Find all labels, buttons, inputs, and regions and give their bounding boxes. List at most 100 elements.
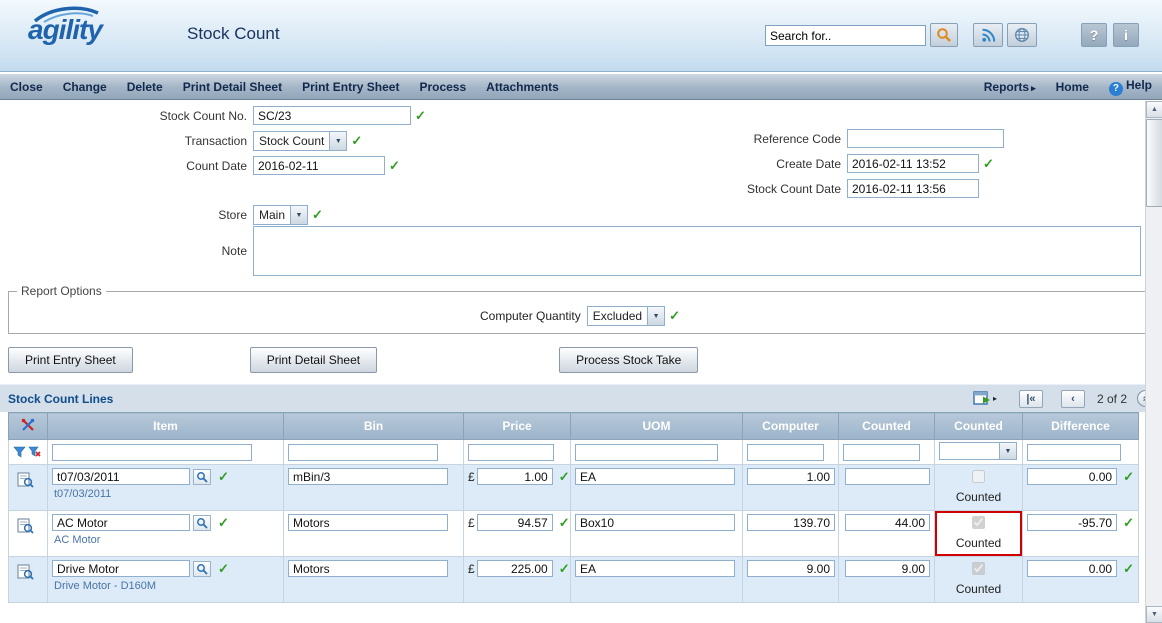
- preview-icon[interactable]: [17, 564, 34, 583]
- reference-code-label: Reference Code: [560, 132, 847, 146]
- filter-input-uom[interactable]: [575, 444, 718, 461]
- bin-input[interactable]: [288, 560, 448, 577]
- currency-symbol: £: [468, 562, 475, 576]
- column-header-bin[interactable]: Bin: [284, 413, 464, 440]
- magnifier-icon: [196, 471, 208, 483]
- valid-check-icon: ✓: [559, 469, 570, 485]
- column-header-counted[interactable]: Counted: [839, 413, 935, 440]
- toolbar-attachments[interactable]: Attachments: [476, 80, 569, 94]
- info-button[interactable]: i: [1113, 23, 1139, 47]
- filter-input-bin[interactable]: [288, 444, 438, 461]
- bin-cell: [284, 465, 464, 511]
- preview-icon[interactable]: [17, 518, 34, 537]
- uom-input[interactable]: [575, 514, 735, 531]
- counted-checkbox[interactable]: [972, 562, 985, 575]
- count-date-input[interactable]: [253, 156, 385, 175]
- toolbar-home[interactable]: Home: [1046, 80, 1099, 94]
- transaction-select[interactable]: Stock Count ▼: [253, 131, 347, 151]
- export-button[interactable]: ▸: [973, 391, 997, 406]
- process-stock-take-button[interactable]: Process Stock Take: [559, 347, 698, 373]
- column-header-difference[interactable]: Difference: [1023, 413, 1139, 440]
- filter-input-price[interactable]: [468, 444, 554, 461]
- row-preview-cell: [9, 465, 48, 511]
- toolbar-process[interactable]: Process: [409, 80, 476, 94]
- computer-qty-input[interactable]: [747, 514, 835, 531]
- bin-input[interactable]: [288, 468, 448, 485]
- first-page-button[interactable]: |«: [1019, 390, 1043, 408]
- scrollbar-thumb[interactable]: [1146, 119, 1162, 207]
- stock-count-lines-table: Item Bin Price UOM Computer Counted Coun…: [8, 412, 1139, 603]
- price-input[interactable]: [477, 468, 553, 485]
- logo-swoosh-icon: [32, 4, 102, 24]
- column-header-computer[interactable]: Computer: [743, 413, 839, 440]
- reference-code-input[interactable]: [847, 129, 1004, 148]
- bin-input[interactable]: [288, 514, 448, 531]
- scroll-down-button[interactable]: ▼: [1146, 606, 1162, 623]
- price-cell: £ ✓: [464, 557, 571, 603]
- store-select[interactable]: Main ▼: [253, 205, 308, 225]
- toolbar-close[interactable]: Close: [0, 80, 53, 94]
- column-header-price[interactable]: Price: [464, 413, 571, 440]
- rss-button[interactable]: [973, 23, 1003, 47]
- toolbar-print-entry-sheet[interactable]: Print Entry Sheet: [292, 80, 409, 94]
- column-header-item[interactable]: Item: [48, 413, 284, 440]
- computer-qty-input[interactable]: [747, 468, 835, 485]
- price-input[interactable]: [477, 514, 553, 531]
- preview-icon[interactable]: [17, 472, 34, 491]
- scroll-up-button[interactable]: ▲: [1146, 101, 1162, 118]
- toolbar-change[interactable]: Change: [53, 80, 117, 94]
- valid-check-icon: ✓: [218, 561, 229, 577]
- chevron-down-icon: ▼: [329, 132, 346, 150]
- apply-filter-icon[interactable]: [13, 446, 26, 458]
- difference-input[interactable]: [1027, 514, 1117, 531]
- table-row: ✓ AC Motor £ ✓ Counted: [9, 511, 1139, 557]
- item-lookup-button[interactable]: [193, 469, 211, 485]
- filter-input-item[interactable]: [52, 444, 252, 461]
- grid-settings-header-cell[interactable]: [9, 413, 48, 440]
- stock-count-form: Stock Count No. ✓ Transaction Stock Coun…: [0, 100, 1162, 282]
- column-header-uom[interactable]: UOM: [571, 413, 743, 440]
- price-input[interactable]: [477, 560, 553, 577]
- counted-qty-input[interactable]: [845, 468, 930, 485]
- stock-count-no-input[interactable]: [253, 106, 411, 125]
- search-button[interactable]: [930, 23, 958, 47]
- item-lookup-button[interactable]: [193, 515, 211, 531]
- computer-qty-input[interactable]: [747, 560, 835, 577]
- toolbar-help[interactable]: ?Help: [1099, 78, 1162, 96]
- filter-input-computer[interactable]: [747, 444, 824, 461]
- app-logo[interactable]: agility: [28, 14, 102, 46]
- item-input[interactable]: [52, 560, 190, 577]
- counted-checkbox[interactable]: [972, 470, 985, 483]
- previous-page-button[interactable]: ‹: [1061, 390, 1085, 408]
- counted-qty-input[interactable]: [845, 560, 930, 577]
- difference-input[interactable]: [1027, 468, 1117, 485]
- print-detail-sheet-button[interactable]: Print Detail Sheet: [250, 347, 377, 373]
- toolbar-delete[interactable]: Delete: [117, 80, 173, 94]
- uom-input[interactable]: [575, 468, 735, 485]
- bin-cell: [284, 511, 464, 557]
- uom-input[interactable]: [575, 560, 735, 577]
- filter-select-counted[interactable]: ▼: [939, 442, 1017, 460]
- note-textarea[interactable]: [253, 226, 1141, 276]
- stock-count-date-input[interactable]: [847, 179, 979, 198]
- counted-qty-input[interactable]: [845, 514, 930, 531]
- item-input[interactable]: [52, 468, 190, 485]
- clear-filter-icon[interactable]: [28, 446, 41, 458]
- vertical-scrollbar[interactable]: ▲ ▼: [1145, 101, 1162, 623]
- print-entry-sheet-button[interactable]: Print Entry Sheet: [8, 347, 133, 373]
- filter-input-counted[interactable]: [843, 444, 920, 461]
- uom-cell: [571, 557, 743, 603]
- item-input[interactable]: [52, 514, 190, 531]
- search-input[interactable]: [765, 25, 926, 46]
- filter-input-difference[interactable]: [1027, 444, 1121, 461]
- column-header-counted-checkbox[interactable]: Counted: [935, 413, 1023, 440]
- create-date-input[interactable]: [847, 154, 979, 173]
- toolbar-reports[interactable]: Reports▸: [974, 80, 1046, 94]
- computer-quantity-select[interactable]: Excluded ▼: [587, 306, 665, 326]
- item-lookup-button[interactable]: [193, 561, 211, 577]
- help-button[interactable]: ?: [1081, 23, 1107, 47]
- toolbar-print-detail-sheet[interactable]: Print Detail Sheet: [173, 80, 292, 94]
- globe-button[interactable]: [1007, 23, 1037, 47]
- difference-input[interactable]: [1027, 560, 1117, 577]
- counted-checkbox[interactable]: [972, 516, 985, 529]
